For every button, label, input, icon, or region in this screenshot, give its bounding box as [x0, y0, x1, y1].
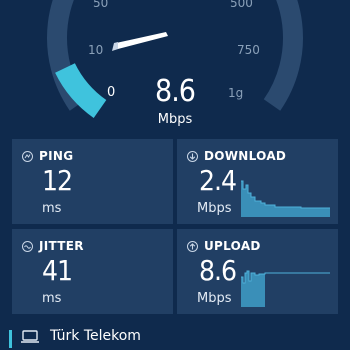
gauge-tick-750: 750 [237, 43, 260, 57]
upload-card[interactable]: UPLOAD 8.6 Mbps [177, 229, 338, 314]
download-unit: Mbps [197, 201, 232, 216]
jitter-value: 41 [42, 254, 73, 287]
download-card[interactable]: DOWNLOAD 2.4 Mbps [177, 139, 338, 224]
gauge-tick-50: 50 [93, 0, 109, 10]
ping-label: PING [39, 149, 74, 163]
gauge-tick-500: 500 [230, 0, 253, 10]
gauge-tick-10: 10 [88, 43, 104, 57]
speed-value: 8.6 [155, 74, 196, 109]
gauge-needle-fade [112, 42, 118, 51]
gauge-tick-0: 0 [107, 85, 116, 100]
provider-accent-bar [9, 330, 12, 348]
upload-label: UPLOAD [204, 239, 261, 253]
jitter-header: JITTER [22, 239, 84, 253]
ping-header: PING [22, 149, 73, 163]
ping-card[interactable]: PING 12 ms [12, 139, 173, 224]
speed-unit: Mbps [157, 112, 193, 127]
download-value: 2.4 [199, 164, 237, 197]
upload-value: 8.6 [199, 254, 237, 287]
download-sparkline [241, 180, 330, 217]
download-icon [187, 150, 198, 162]
jitter-card[interactable]: JITTER 41 ms [12, 229, 173, 314]
laptop-icon [21, 330, 39, 343]
jitter-unit: ms [42, 291, 62, 306]
upload-unit: Mbps [197, 291, 232, 306]
download-label: DOWNLOAD [204, 149, 287, 163]
provider-name: Türk Telekom [50, 328, 141, 344]
upload-sparkline [241, 270, 330, 307]
provider-row[interactable]: Türk Telekom [0, 322, 350, 350]
gauge-needle [114, 32, 168, 50]
gauge-tick-1g: 1g [228, 86, 244, 100]
ping-unit: ms [42, 201, 62, 216]
ping-icon [22, 150, 33, 162]
jitter-icon [22, 240, 33, 252]
download-header: DOWNLOAD [187, 149, 286, 163]
upload-header: UPLOAD [187, 239, 261, 253]
jitter-label: JITTER [39, 239, 84, 253]
upload-icon [187, 240, 198, 252]
ping-value: 12 [42, 164, 73, 197]
